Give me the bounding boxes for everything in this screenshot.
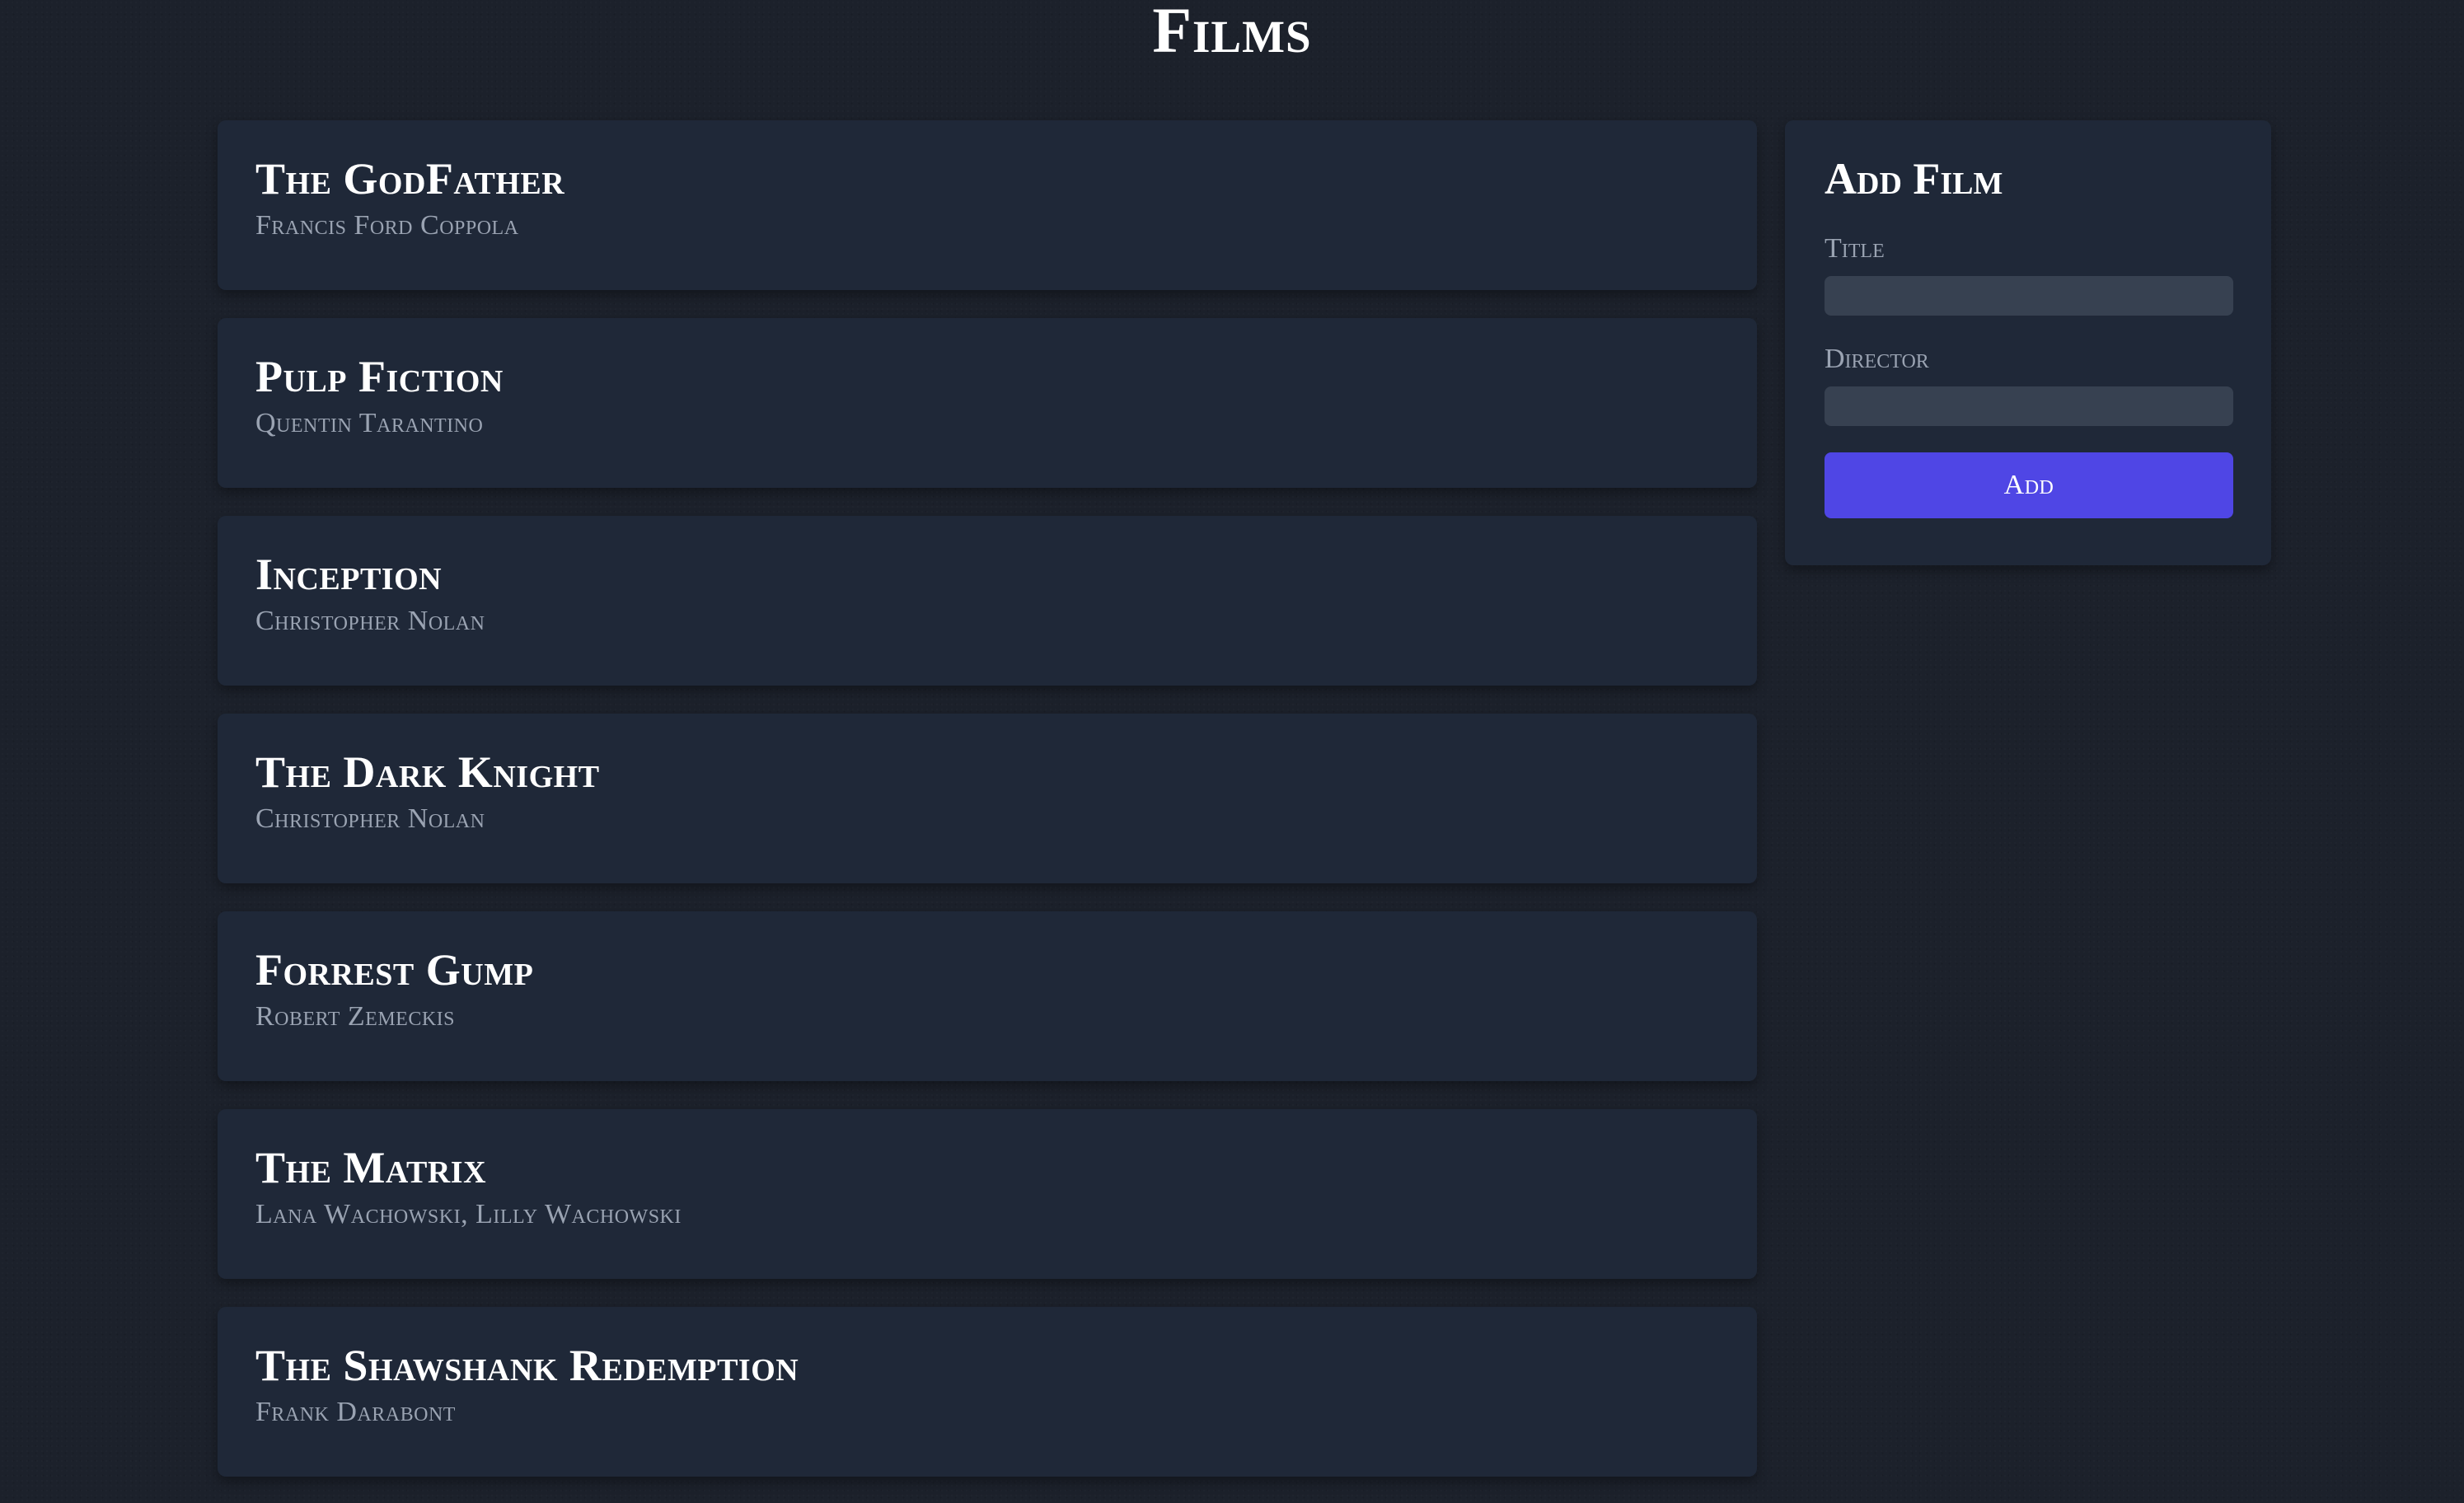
page-title: Films <box>1152 0 1312 66</box>
film-director: Frank Darabont <box>255 1397 456 1428</box>
film-card: Forrest Gump Robert Zemeckis <box>218 911 1757 1081</box>
film-card: The Dark Knight Christopher Nolan <box>218 714 1757 883</box>
film-director: Robert Zemeckis <box>255 1001 456 1032</box>
add-film-heading: Add Film <box>1825 154 2003 204</box>
film-director: Lana Wachowski, Lilly Wachowski <box>255 1199 682 1230</box>
film-director: Christopher Nolan <box>255 803 485 835</box>
title-label: Title <box>1825 233 1885 265</box>
film-card: The Matrix Lana Wachowski, Lilly Wachows… <box>218 1109 1757 1279</box>
film-card: The GodFather Francis Ford Coppola <box>218 120 1757 290</box>
film-card: Inception Christopher Nolan <box>218 516 1757 686</box>
title-input[interactable] <box>1825 276 2233 316</box>
film-director: Quentin Tarantino <box>255 408 484 439</box>
film-title: Pulp Fiction <box>255 352 504 401</box>
film-card: Pulp Fiction Quentin Tarantino <box>218 318 1757 488</box>
director-input[interactable] <box>1825 386 2233 427</box>
film-title: Forrest Gump <box>255 945 534 995</box>
film-title: The Matrix <box>255 1143 487 1192</box>
film-list: The GodFather Francis Ford Coppola Pulp … <box>218 120 1757 1477</box>
add-film-button[interactable]: Add <box>1825 452 2233 519</box>
add-film-panel: Add Film Title Director Add <box>1785 120 2271 565</box>
film-card: The Shawshank Redemption Frank Darabont <box>218 1307 1757 1477</box>
film-title: The Dark Knight <box>255 747 600 797</box>
film-title: Inception <box>255 550 443 599</box>
director-label: Director <box>1825 344 1929 375</box>
film-director: Christopher Nolan <box>255 606 485 637</box>
film-director: Francis Ford Coppola <box>255 210 519 241</box>
film-title: The Shawshank Redemption <box>255 1341 799 1390</box>
film-title: The GodFather <box>255 154 565 204</box>
